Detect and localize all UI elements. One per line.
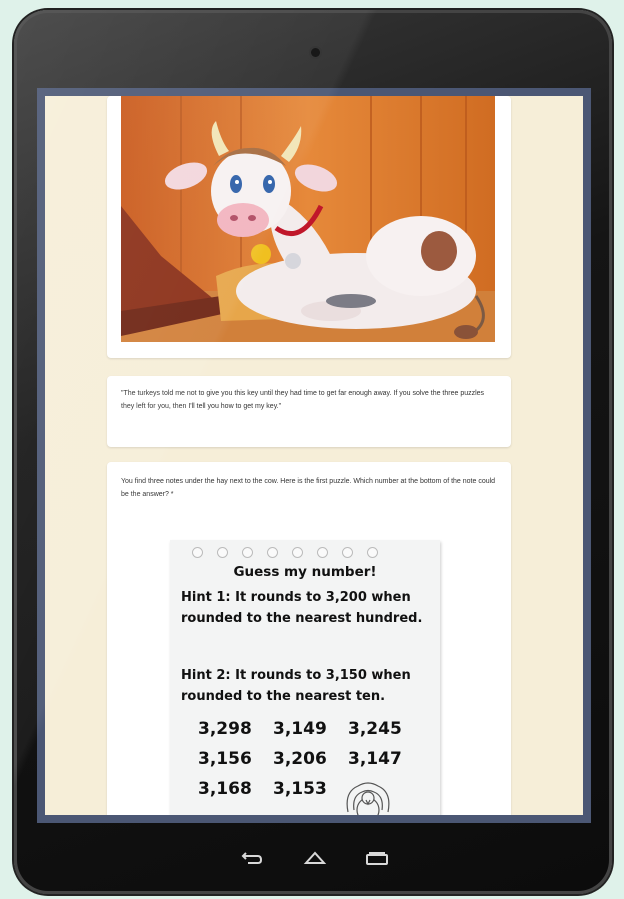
hint-2: Hint 2: It rounds to 3,150 when rounded … bbox=[181, 668, 411, 704]
turkey-icon bbox=[340, 778, 396, 815]
number-option: 3,149 bbox=[273, 719, 327, 739]
form-viewport[interactable]: "The turkeys told me not to give you thi… bbox=[45, 96, 583, 815]
back-icon[interactable] bbox=[237, 847, 267, 869]
puzzle-note-image: Guess my number! Hint 1: It rounds to 3,… bbox=[170, 540, 440, 815]
hint-1: Hint 1: It rounds to 3,200 when rounded … bbox=[181, 590, 423, 626]
quote-card: "The turkeys told me not to give you thi… bbox=[107, 376, 511, 447]
question-text: You find three notes under the hay next … bbox=[121, 478, 496, 498]
image-card bbox=[107, 96, 511, 358]
camera-icon bbox=[311, 48, 320, 57]
number-option: 3,298 bbox=[198, 719, 252, 739]
question-card: You find three notes under the hay next … bbox=[107, 462, 511, 815]
number-option: 3,147 bbox=[348, 749, 402, 769]
tablet-screen: "The turkeys told me not to give you thi… bbox=[37, 88, 591, 823]
home-icon[interactable] bbox=[300, 847, 330, 869]
number-option: 3,206 bbox=[273, 749, 327, 769]
number-option: 3,168 bbox=[198, 779, 252, 799]
note-binder-holes bbox=[192, 547, 378, 558]
number-option: 3,153 bbox=[273, 779, 327, 799]
number-option: 3,156 bbox=[198, 749, 252, 769]
recent-apps-icon[interactable] bbox=[362, 847, 392, 869]
number-option: 3,245 bbox=[348, 719, 402, 739]
cow-barn-image bbox=[121, 96, 495, 342]
note-title: Guess my number! bbox=[233, 564, 377, 580]
quote-text: "The turkeys told me not to give you thi… bbox=[121, 390, 485, 410]
